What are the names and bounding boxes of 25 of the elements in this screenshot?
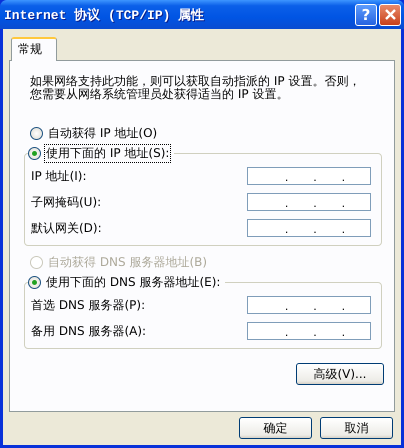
radio-option[interactable]: 使用下面的 DNS 服务器地址(E): <box>28 272 222 292</box>
window-title: Internet 协议 (TCP/IP) 属性 <box>4 6 206 24</box>
field-label: 子网掩码(U): <box>31 194 102 210</box>
ip-address-field[interactable]: . . . <box>247 296 371 314</box>
radio-option[interactable]: 自动获得 IP 地址(O) <box>30 123 382 143</box>
field-label: 首选 DNS 服务器(P): <box>31 296 146 314</box>
radio-button[interactable] <box>28 276 41 288</box>
close-icon <box>384 8 396 21</box>
help-button[interactable]: ? <box>355 4 377 26</box>
description-text: 如果网络支持此功能，则可以获取自动指派的 IP 设置。否则， <box>30 75 362 88</box>
dialog-button[interactable]: 取消 <box>320 417 393 439</box>
field-label: 默认网关(D): <box>31 220 102 236</box>
advanced-button[interactable]: 高级(V)... <box>296 363 384 385</box>
tab[interactable]: 常规 <box>11 37 57 61</box>
dialog-button[interactable]: 确定 <box>239 417 312 439</box>
field-label: IP 地址(I): <box>31 168 87 184</box>
field-label: 备用 DNS 服务器(A): <box>31 322 146 340</box>
ip-address-field[interactable]: . . . <box>247 193 371 211</box>
radio-button[interactable] <box>30 126 43 140</box>
ip-address-field[interactable]: . . . <box>247 322 371 340</box>
close-button[interactable] <box>379 4 401 26</box>
ip-address-field[interactable]: . . . <box>247 219 371 237</box>
ip-address-field[interactable]: . . . <box>247 167 371 185</box>
description-text: 您需要从网络系统管理员处获得适当的 IP 设置。 <box>30 88 290 101</box>
radio-button[interactable] <box>28 146 41 160</box>
